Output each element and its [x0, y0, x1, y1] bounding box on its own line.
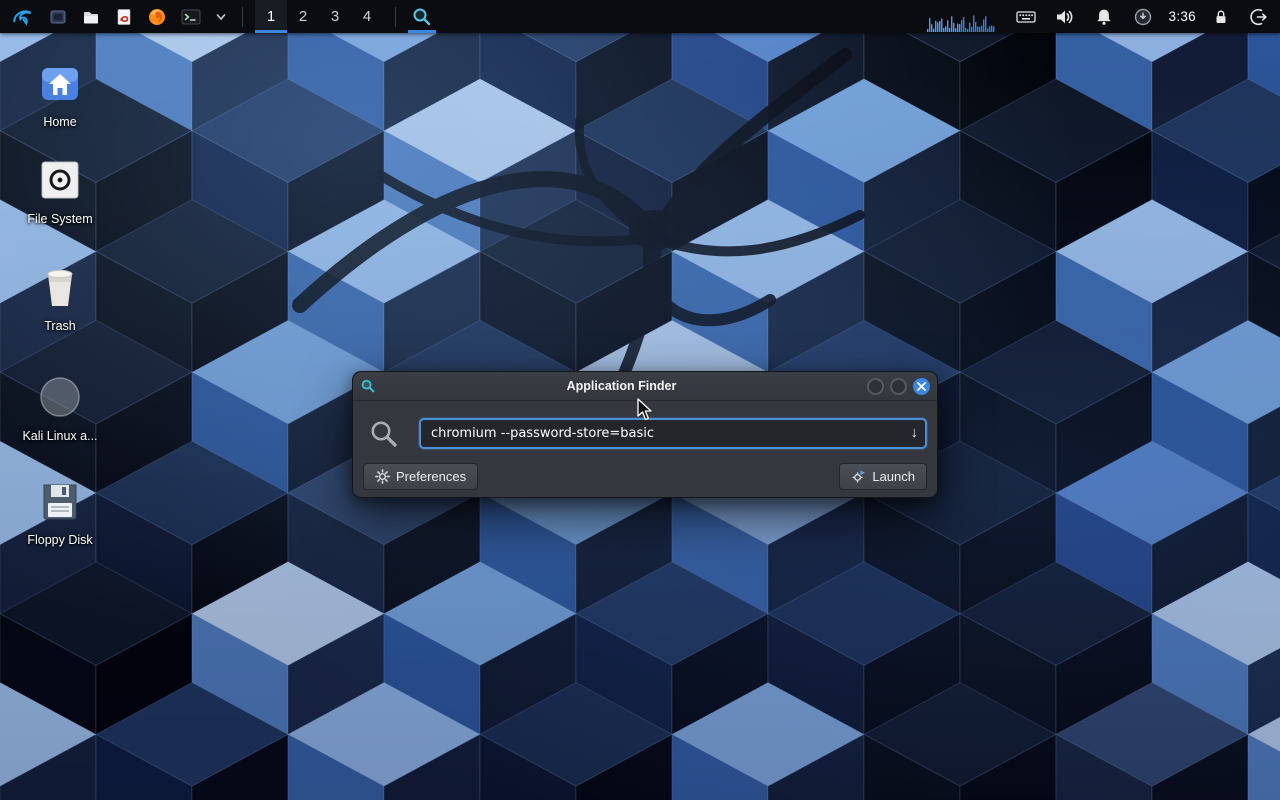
- updates-indicator[interactable]: [1130, 0, 1156, 33]
- window-buttons-applet[interactable]: [45, 0, 71, 33]
- firefox-icon: [147, 7, 167, 27]
- desktop-icon-label: Home: [12, 115, 108, 129]
- launch-button[interactable]: Launch: [839, 463, 927, 490]
- home-icon: [12, 58, 108, 108]
- chevron-down-icon: [215, 11, 227, 23]
- panel-separator: [395, 7, 396, 27]
- command-input-wrap: ↓: [419, 418, 927, 449]
- app-finder-window-icon: [360, 378, 376, 394]
- notifications-indicator[interactable]: [1091, 0, 1117, 33]
- screen-lock-button[interactable]: [1209, 0, 1233, 33]
- close-icon: [917, 382, 926, 391]
- search-icon: [411, 6, 433, 28]
- panel-separator: [242, 7, 243, 27]
- application-finder-task[interactable]: [408, 0, 436, 33]
- clock[interactable]: 3:36: [1169, 9, 1196, 24]
- text-editor-icon: [114, 7, 134, 27]
- workspace-3[interactable]: 3: [319, 0, 351, 33]
- kali-menu-button[interactable]: [8, 0, 38, 33]
- launch-icon: [851, 469, 866, 484]
- kali-docs-icon: [12, 372, 108, 422]
- workspace-switcher: 1 2 3 4: [255, 0, 383, 33]
- firefox-launcher[interactable]: [144, 0, 170, 33]
- bell-icon: [1094, 7, 1114, 27]
- preferences-label: Preferences: [396, 469, 466, 484]
- launch-label: Launch: [872, 469, 915, 484]
- cpu-graph-icon: [927, 11, 997, 33]
- text-editor-launcher[interactable]: [111, 0, 137, 33]
- minimize-button[interactable]: [867, 378, 884, 395]
- desktop-icon-label: File System: [12, 212, 108, 226]
- workspace-2[interactable]: 2: [287, 0, 319, 33]
- logout-icon: [1249, 7, 1269, 27]
- desktop-icon-label: Trash: [12, 319, 108, 333]
- desktop-icon-home[interactable]: Home: [12, 58, 108, 129]
- desktop-icon-trash[interactable]: Trash: [12, 262, 108, 333]
- kali-logo-icon: [11, 5, 35, 29]
- window-title: Application Finder: [382, 379, 861, 393]
- desktop-icon-label: Floppy Disk: [12, 533, 108, 547]
- terminal-dropdown-chevron[interactable]: [212, 0, 230, 33]
- volume-indicator[interactable]: [1052, 0, 1078, 33]
- folder-icon: [81, 7, 101, 27]
- search-icon: [369, 419, 399, 454]
- application-finder-window: Application Finder ↓ Preferences: [352, 371, 938, 498]
- command-input[interactable]: [419, 418, 927, 449]
- gear-icon: [375, 469, 390, 484]
- terminal-icon: [180, 7, 202, 27]
- floppy-disk-icon: [12, 476, 108, 526]
- lock-icon: [1212, 7, 1230, 27]
- system-monitor-graph[interactable]: [924, 0, 1000, 33]
- speaker-icon: [1055, 7, 1075, 27]
- keyboard-indicator[interactable]: [1013, 0, 1039, 33]
- preferences-button[interactable]: Preferences: [363, 463, 478, 490]
- desktop-icon-label: Kali Linux a...: [12, 429, 108, 443]
- close-button[interactable]: [913, 378, 930, 395]
- terminal-launcher[interactable]: [177, 0, 205, 33]
- window-icon: [48, 7, 68, 27]
- panel-left: 1 2 3 4: [8, 0, 436, 33]
- workspace-4[interactable]: 4: [351, 0, 383, 33]
- desktop-icon-kali-docs[interactable]: Kali Linux a...: [12, 372, 108, 443]
- file-manager-launcher[interactable]: [78, 0, 104, 33]
- titlebar[interactable]: Application Finder: [353, 372, 937, 401]
- file-system-icon: [12, 155, 108, 205]
- status-circle-icon: [1133, 7, 1153, 27]
- top-panel: 1 2 3 4: [0, 0, 1280, 33]
- workspace-1[interactable]: 1: [255, 0, 287, 33]
- logout-button[interactable]: [1246, 0, 1272, 33]
- keyboard-icon: [1016, 7, 1036, 27]
- history-dropdown-arrow[interactable]: ↓: [911, 423, 919, 443]
- trash-icon: [12, 262, 108, 312]
- desktop-icon-floppy-disk[interactable]: Floppy Disk: [12, 476, 108, 547]
- panel-right: 3:36: [924, 0, 1272, 33]
- maximize-button[interactable]: [890, 378, 907, 395]
- desktop-icon-file-system[interactable]: File System: [12, 155, 108, 226]
